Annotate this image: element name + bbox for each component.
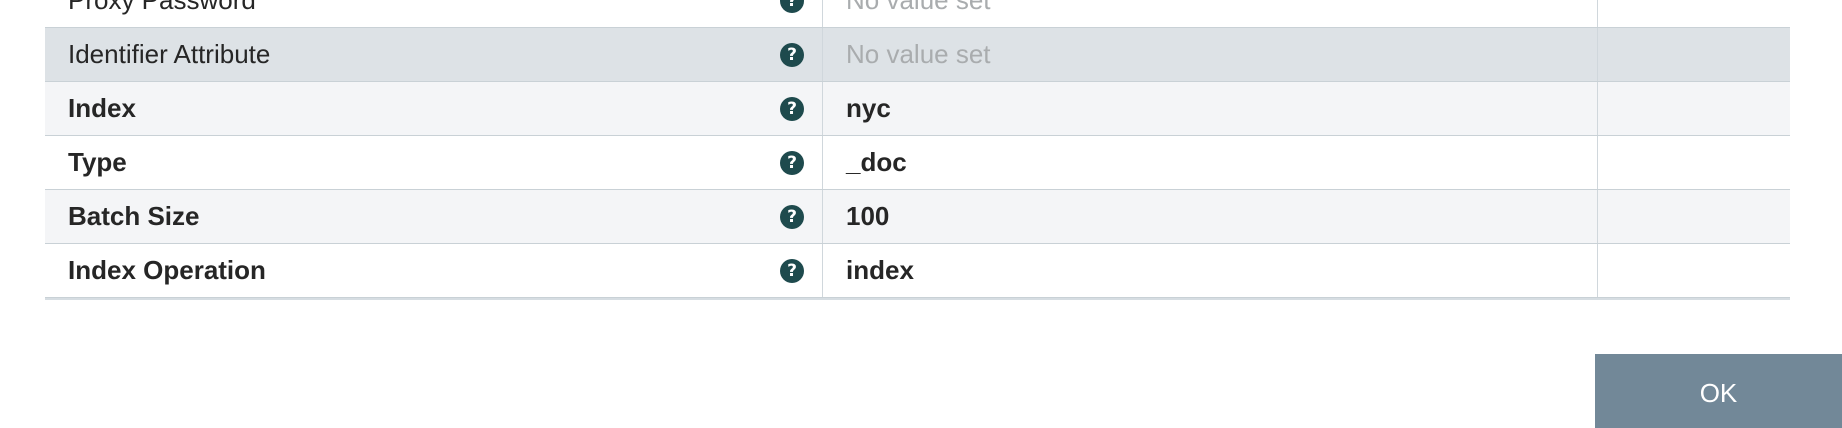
property-value: No value set	[846, 39, 991, 69]
property-name: Type	[68, 147, 127, 177]
property-value: _doc	[846, 147, 907, 177]
ok-button[interactable]: OK	[1595, 354, 1842, 428]
question-circle-icon[interactable]: ?	[780, 258, 804, 283]
property-actions-cell	[1598, 244, 1790, 297]
question-circle-icon[interactable]: ?	[780, 150, 804, 175]
property-value: index	[846, 255, 914, 285]
property-name-cell: Index ?	[45, 82, 823, 135]
property-value: No value set	[846, 0, 991, 15]
property-name: Proxy Password	[68, 0, 256, 15]
property-value-cell[interactable]: No value set	[823, 28, 1598, 81]
property-row-type[interactable]: Type ? _doc	[45, 136, 1790, 190]
property-name-cell: Batch Size ?	[45, 190, 823, 243]
property-name: Index	[68, 93, 136, 123]
property-value: 100	[846, 201, 890, 231]
property-actions-cell	[1598, 0, 1790, 27]
property-name-cell: Identifier Attribute ?	[45, 28, 823, 81]
property-actions-cell	[1598, 28, 1790, 81]
property-value-cell[interactable]: No value set	[823, 0, 1598, 27]
property-value-cell[interactable]: 100	[823, 190, 1598, 243]
property-name-cell: Index Operation ?	[45, 244, 823, 297]
property-row-index[interactable]: Index ? nyc	[45, 82, 1790, 136]
property-actions-cell	[1598, 136, 1790, 189]
property-value-cell[interactable]: nyc	[823, 82, 1598, 135]
question-circle-icon[interactable]: ?	[780, 204, 804, 229]
question-circle-icon[interactable]: ?	[780, 42, 804, 67]
property-row-proxy-password[interactable]: Proxy Password ? No value set	[45, 0, 1790, 28]
properties-table: Proxy Password ? No value set Identifier…	[45, 0, 1790, 300]
property-row-batch-size[interactable]: Batch Size ? 100	[45, 190, 1790, 244]
property-row-index-operation[interactable]: Index Operation ? index	[45, 244, 1790, 298]
property-value: nyc	[846, 93, 891, 123]
property-value-cell[interactable]: _doc	[823, 136, 1598, 189]
property-value-cell[interactable]: index	[823, 244, 1598, 297]
property-actions-cell	[1598, 82, 1790, 135]
question-circle-icon[interactable]: ?	[780, 96, 804, 121]
property-name-cell: Proxy Password ?	[45, 0, 823, 27]
property-row-identifier-attribute[interactable]: Identifier Attribute ? No value set	[45, 28, 1790, 82]
property-name: Index Operation	[68, 255, 266, 285]
property-name: Identifier Attribute	[68, 39, 271, 69]
property-name-cell: Type ?	[45, 136, 823, 189]
property-name: Batch Size	[68, 201, 200, 231]
property-configuration-view: Proxy Password ? No value set Identifier…	[0, 0, 1842, 428]
question-circle-icon[interactable]: ?	[780, 0, 804, 13]
property-actions-cell	[1598, 190, 1790, 243]
